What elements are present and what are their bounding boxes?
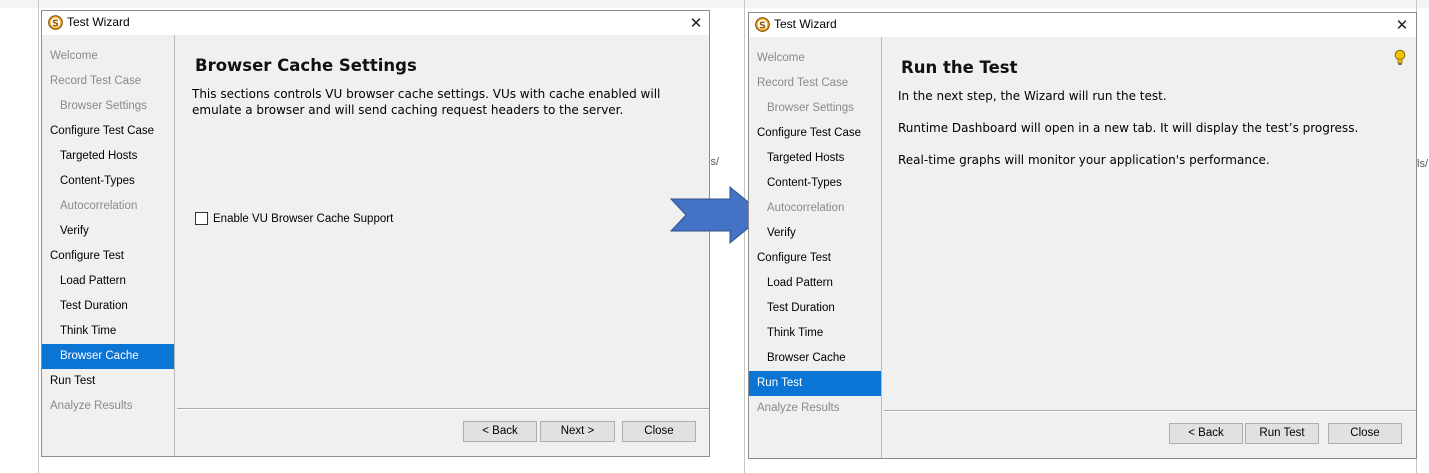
test-wizard-window-browser-cache: S Test Wizard ✕ Welcome Record Test Case B… xyxy=(41,10,710,457)
enable-cache-checkbox-label[interactable]: Enable VU Browser Cache Support xyxy=(213,211,393,227)
close-window-button[interactable]: ✕ xyxy=(1392,15,1412,35)
close-button[interactable]: Close xyxy=(622,421,696,442)
info-line: In the next step, the Wizard will run th… xyxy=(898,89,1167,103)
enable-cache-checkbox[interactable] xyxy=(195,212,208,225)
nav-step-targeted-hosts[interactable]: Targeted Hosts xyxy=(749,146,881,171)
nav-step-test-duration[interactable]: Test Duration xyxy=(749,296,881,321)
info-line: Real-time graphs will monitor your appli… xyxy=(898,153,1270,167)
nav-step-browser-cache[interactable]: Browser Cache xyxy=(42,344,174,369)
nav-step-browser-cache[interactable]: Browser Cache xyxy=(749,346,881,371)
nav-step-configure-test[interactable]: Configure Test xyxy=(749,246,881,271)
test-wizard-window-run-test: S Test Wizard ✕ Welcome Record Test Case B… xyxy=(748,12,1417,459)
close-window-button[interactable]: ✕ xyxy=(686,13,706,33)
run-test-button[interactable]: Run Test xyxy=(1245,423,1319,444)
page-title: Browser Cache Settings xyxy=(195,56,417,75)
button-bar-separator xyxy=(884,410,1416,412)
nav-step-configure-test-case[interactable]: Configure Test Case xyxy=(749,121,881,146)
app-s-logo-icon: S xyxy=(48,15,63,30)
window-title: Test Wizard xyxy=(774,17,837,31)
nav-step-welcome[interactable]: Welcome xyxy=(749,46,881,71)
window-client-area: Welcome Record Test Case Browser Settings C… xyxy=(42,35,709,456)
nav-step-configure-test-case[interactable]: Configure Test Case xyxy=(42,119,174,144)
window-client-area: Welcome Record Test Case Browser Settings C… xyxy=(749,37,1416,458)
nav-step-content-types[interactable]: Content-Types xyxy=(749,171,881,196)
nav-step-record-test-case[interactable]: Record Test Case xyxy=(42,69,174,94)
description-line: This sections controls VU browser cache … xyxy=(192,87,661,101)
nav-step-load-pattern[interactable]: Load Pattern xyxy=(749,271,881,296)
nav-step-think-time[interactable]: Think Time xyxy=(42,319,174,344)
app-s-logo-icon: S xyxy=(755,17,770,32)
nav-step-verify[interactable]: Verify xyxy=(749,221,881,246)
svg-text:S: S xyxy=(52,18,59,29)
nav-step-content-types[interactable]: Content-Types xyxy=(42,169,174,194)
nav-step-autocorrelation[interactable]: Autocorrelation xyxy=(749,196,881,221)
nav-step-browser-settings[interactable]: Browser Settings xyxy=(749,96,881,121)
background-top-strip xyxy=(0,0,1429,8)
wizard-step-nav: Welcome Record Test Case Browser Settings C… xyxy=(42,35,175,456)
nav-step-load-pattern[interactable]: Load Pattern xyxy=(42,269,174,294)
nav-step-run-test[interactable]: Run Test xyxy=(749,371,881,396)
wizard-page: Browser Cache Settings This sections con… xyxy=(175,35,709,456)
nav-step-welcome[interactable]: Welcome xyxy=(42,44,174,69)
nav-step-run-test[interactable]: Run Test xyxy=(42,369,174,394)
nav-step-browser-settings[interactable]: Browser Settings xyxy=(42,94,174,119)
nav-step-analyze-results[interactable]: Analyze Results xyxy=(42,394,174,419)
nav-step-think-time[interactable]: Think Time xyxy=(749,321,881,346)
back-button[interactable]: < Back xyxy=(1169,423,1243,444)
back-button[interactable]: < Back xyxy=(463,421,537,442)
lightbulb-icon xyxy=(1394,49,1406,65)
svg-text:S: S xyxy=(759,20,766,31)
window-title: Test Wizard xyxy=(67,15,130,29)
nav-step-verify[interactable]: Verify xyxy=(42,219,174,244)
page-title: Run the Test xyxy=(901,58,1018,77)
info-line: Runtime Dashboard will open in a new tab… xyxy=(898,121,1359,135)
wizard-page: Run the Test In the next step, the Wizar… xyxy=(882,37,1416,458)
titlebar: S Test Wizard ✕ xyxy=(749,13,1416,37)
nav-step-targeted-hosts[interactable]: Targeted Hosts xyxy=(42,144,174,169)
nav-step-configure-test[interactable]: Configure Test xyxy=(42,244,174,269)
next-button[interactable]: Next > xyxy=(540,421,615,442)
nav-step-analyze-results[interactable]: Analyze Results xyxy=(749,396,881,421)
close-button[interactable]: Close xyxy=(1328,423,1402,444)
button-bar-separator xyxy=(177,408,709,410)
nav-step-record-test-case[interactable]: Record Test Case xyxy=(749,71,881,96)
background-divider-left xyxy=(38,0,39,473)
nav-step-test-duration[interactable]: Test Duration xyxy=(42,294,174,319)
description-line: emulate a browser and will send caching … xyxy=(192,103,624,117)
nav-step-autocorrelation[interactable]: Autocorrelation xyxy=(42,194,174,219)
wizard-step-nav: Welcome Record Test Case Browser Settings C… xyxy=(749,37,882,458)
background-fragment-right: ls/ xyxy=(1417,158,1428,170)
titlebar: S Test Wizard ✕ xyxy=(42,11,709,35)
